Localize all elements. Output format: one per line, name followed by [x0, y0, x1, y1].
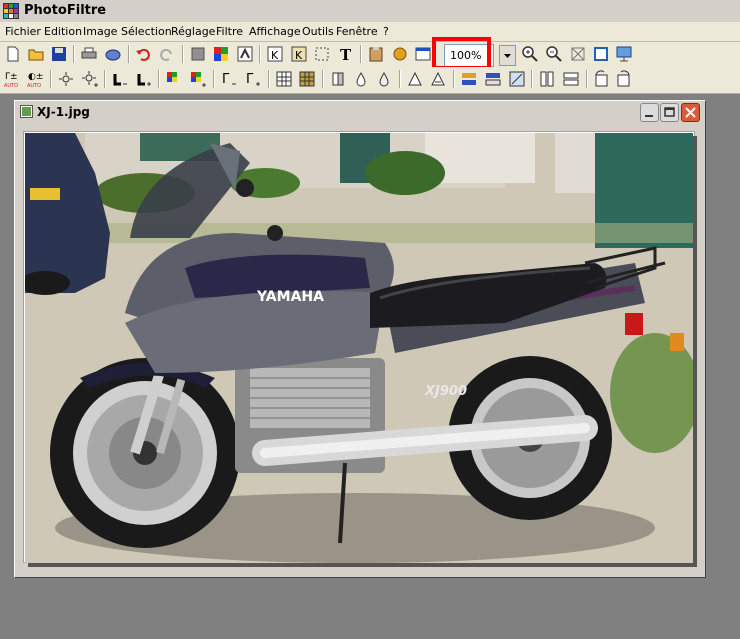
auto-levels-icon[interactable]: Γ± AUTO — [4, 70, 22, 88]
slideshow-icon[interactable] — [615, 45, 633, 63]
image-file-icon — [20, 105, 33, 118]
print-icon[interactable] — [80, 45, 98, 63]
rotate-right-icon[interactable] — [615, 70, 633, 88]
sharpen-icon[interactable] — [406, 70, 424, 88]
svg-text:◐±: ◐± — [28, 72, 43, 82]
menu-selection[interactable]: Sélection — [121, 25, 172, 38]
effect-icon[interactable] — [236, 45, 254, 63]
svg-text:T: T — [340, 46, 352, 63]
drop-icon[interactable] — [352, 70, 370, 88]
close-button[interactable] — [681, 103, 700, 122]
puzzle-icon[interactable] — [391, 45, 409, 63]
saturation-minus-icon[interactable] — [165, 70, 183, 88]
svg-text:Γ: Γ — [222, 72, 230, 87]
columns-icon[interactable] — [538, 70, 556, 88]
blur-icon[interactable] — [329, 70, 347, 88]
cut-icon[interactable]: K — [266, 45, 284, 63]
document-title: XJ-1.jpg — [37, 105, 90, 119]
adjust-toolbar: Γ± AUTO ◐± AUTO Γ Γ — [0, 67, 740, 94]
fit-window-icon[interactable] — [569, 45, 587, 63]
flip-horizontal-icon[interactable] — [460, 70, 478, 88]
menu-help[interactable]: ? — [383, 25, 389, 38]
new-file-icon[interactable] — [4, 45, 22, 63]
xj900-logo-text: XJ900 — [424, 384, 467, 399]
flip-vertical-icon[interactable] — [484, 70, 502, 88]
copy-icon[interactable]: K — [290, 45, 308, 63]
selection-crop-icon[interactable] — [313, 45, 331, 63]
color-grid-alt-icon[interactable] — [298, 70, 316, 88]
redo-icon[interactable] — [158, 45, 176, 63]
minimize-button[interactable] — [640, 103, 659, 122]
drop-outline-icon[interactable] — [375, 70, 393, 88]
auto-contrast-icon[interactable]: ◐± AUTO — [27, 70, 45, 88]
maximize-button[interactable] — [660, 103, 679, 122]
menu-filtre[interactable]: Filtre — [216, 25, 243, 38]
brightness-plus-icon[interactable] — [81, 70, 99, 88]
window-icon[interactable] — [414, 45, 432, 63]
svg-text:AUTO: AUTO — [4, 83, 18, 88]
sharpen-plus-icon[interactable] — [429, 70, 447, 88]
chevron-down-icon — [504, 54, 511, 58]
yamaha-logo-text: YAMAHA — [256, 289, 324, 305]
full-screen-icon[interactable] — [592, 45, 610, 63]
minimize-icon — [645, 115, 653, 117]
zoom-dropdown-button[interactable] — [499, 45, 516, 66]
contrast-minus-icon[interactable] — [111, 70, 129, 88]
grey-square-icon[interactable] — [189, 45, 207, 63]
zoom-highlight-box — [432, 37, 491, 70]
open-folder-icon[interactable] — [27, 45, 45, 63]
menu-outils[interactable]: Outils — [302, 25, 334, 38]
rotate-left-icon[interactable] — [592, 70, 610, 88]
save-icon[interactable] — [50, 45, 68, 63]
text-icon[interactable]: T — [337, 45, 355, 63]
scan-icon[interactable] — [104, 45, 122, 63]
motorcycle-photo: YAMAHA XJ900 — [25, 133, 693, 563]
svg-text:AUTO: AUTO — [27, 83, 41, 88]
clipboard-icon[interactable] — [367, 45, 385, 63]
app-title: PhotoFiltre — [24, 3, 107, 18]
menu-affichage[interactable]: Affichage — [249, 25, 301, 38]
svg-text:K: K — [295, 49, 303, 62]
gamma-minus-icon[interactable]: Γ — [220, 70, 238, 88]
menu-edition[interactable]: Edition — [44, 25, 82, 38]
menu-fenetre[interactable]: Fenêtre — [336, 25, 378, 38]
transform-icon[interactable] — [508, 70, 526, 88]
main-toolbar: K K T — [0, 42, 740, 67]
photofiltre-app-icon — [3, 3, 19, 19]
zoom-out-icon[interactable] — [545, 45, 563, 63]
maximize-icon — [664, 107, 675, 117]
close-icon — [685, 107, 696, 118]
undo-icon[interactable] — [134, 45, 152, 63]
saturation-plus-icon[interactable] — [189, 70, 207, 88]
document-titlebar[interactable]: XJ-1.jpg — [15, 101, 705, 123]
contrast-plus-icon[interactable] — [135, 70, 153, 88]
image-canvas[interactable]: YAMAHA XJ900 — [25, 133, 693, 563]
color-grid-icon[interactable] — [275, 70, 293, 88]
gamma-plus-icon[interactable]: Γ — [244, 70, 262, 88]
svg-text:K: K — [271, 49, 279, 62]
svg-text:Γ: Γ — [246, 72, 254, 87]
brightness-minus-icon[interactable] — [57, 70, 75, 88]
rows-icon[interactable] — [562, 70, 580, 88]
menu-bar: Fichier Edition Image Sélection Réglage … — [0, 22, 740, 42]
app-titlebar: PhotoFiltre — [0, 0, 740, 23]
menu-fichier[interactable]: Fichier — [5, 25, 41, 38]
svg-text:Γ±: Γ± — [5, 72, 18, 82]
zoom-in-icon[interactable] — [521, 45, 539, 63]
menu-image[interactable]: Image — [83, 25, 117, 38]
menu-reglage[interactable]: Réglage — [171, 25, 215, 38]
color-palette-icon[interactable] — [212, 45, 230, 63]
